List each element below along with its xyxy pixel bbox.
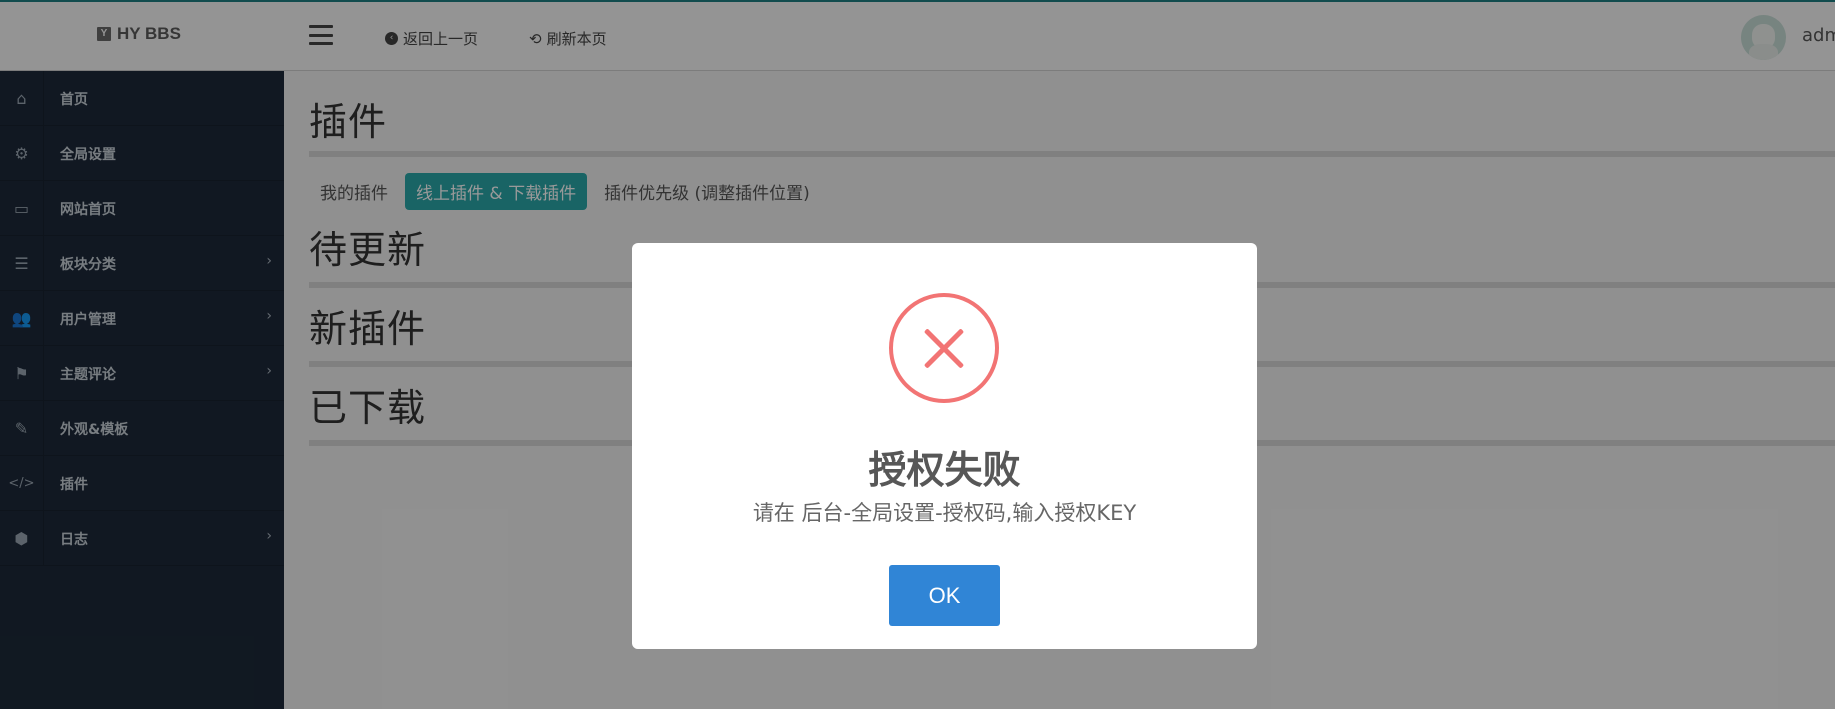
error-x-icon (889, 293, 999, 403)
dialog-message: 请在 后台-全局设置-授权码,输入授权KEY (752, 501, 1137, 525)
ok-button[interactable]: OK (889, 565, 1000, 626)
dialog-title: 授权失败 (868, 448, 1021, 492)
error-dialog: 授权失败 请在 后台-全局设置-授权码,输入授权KEY OK (632, 243, 1257, 649)
